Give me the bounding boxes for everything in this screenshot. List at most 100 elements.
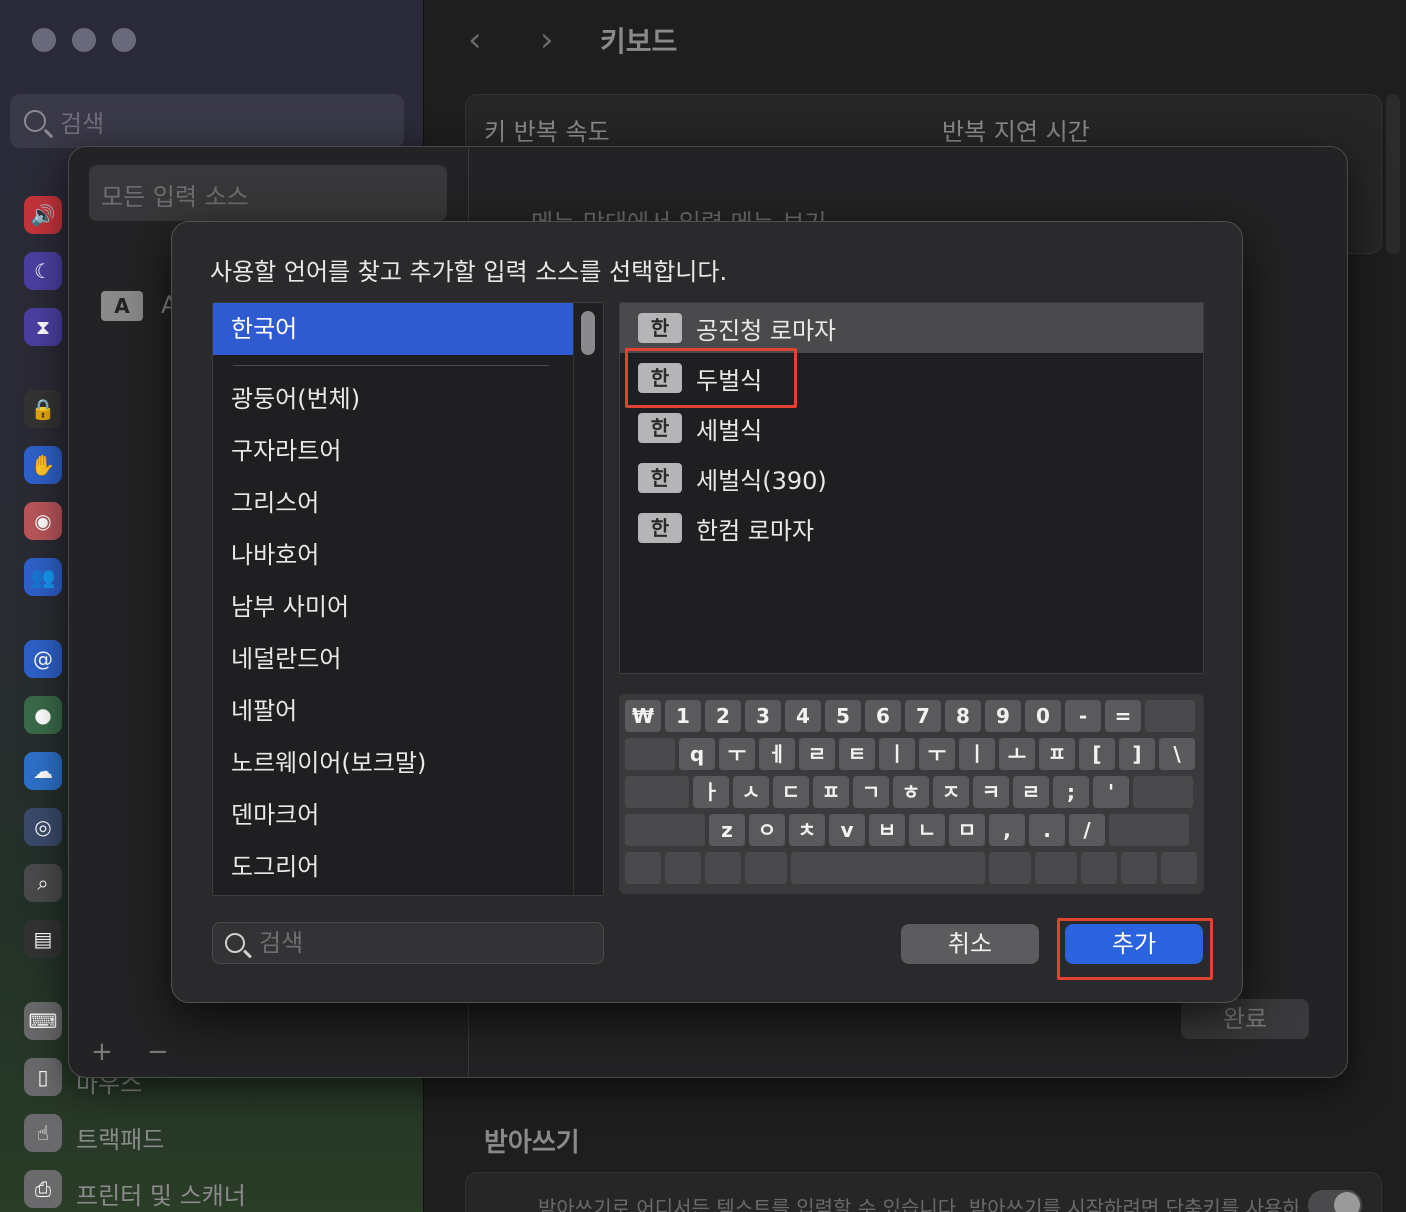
language-list[interactable]: 한국어 광둥어(번체) 구자라트어 그리스어 나바호어 남부 사미어 네덜란드어… [212, 302, 604, 896]
dictation-toggle[interactable] [1308, 1190, 1362, 1212]
keyboard-key: 6 [865, 700, 901, 732]
lock-screen-icon[interactable]: 🔒 [24, 390, 62, 428]
keyboard-key: z [709, 814, 745, 846]
keyboard-key: ㅊ [789, 814, 825, 846]
source-label: 세벌식(390) [696, 466, 827, 495]
keyboard-key: ㅇ [749, 814, 785, 846]
game-center-icon[interactable]: ● [24, 696, 62, 734]
language-search-input[interactable] [259, 929, 559, 957]
touch-id-icon[interactable]: ◉ [24, 502, 62, 540]
input-sources-filter[interactable]: 모든 입력 소스 [89, 165, 447, 221]
keyboard-key: v [829, 814, 865, 846]
keyboard-key: ] [1119, 738, 1155, 770]
keyboard-key: [ [1079, 738, 1115, 770]
back-chevron-icon[interactable]: ‹ [468, 20, 482, 60]
language-item[interactable]: 도그리어 [213, 841, 573, 893]
language-search-field[interactable] [212, 922, 604, 964]
keyboard-key: ㅜ [719, 738, 755, 770]
source-item[interactable]: 한 세벌식(390) [620, 453, 1203, 503]
source-item[interactable]: 한 한컴 로마자 [620, 503, 1203, 553]
keyboard-key: ㅎ [893, 776, 929, 808]
keyboard-key: . [1029, 814, 1065, 846]
siri-icon[interactable]: ◎ [24, 808, 62, 846]
keyboard-key: , [989, 814, 1025, 846]
screen-time-icon[interactable]: ⧗ [24, 308, 62, 346]
keyboard-key: 7 [905, 700, 941, 732]
language-item[interactable]: 구자라트어 [213, 425, 573, 477]
keyboard-key: ㄹ [1013, 776, 1049, 808]
keyboard-key: ㄷ [773, 776, 809, 808]
source-label: 한컴 로마자 [696, 516, 815, 545]
language-item[interactable]: 남부 사미어 [213, 581, 573, 633]
mouse-icon[interactable]: ▯ [24, 1058, 62, 1096]
language-item[interactable]: 광둥어(번체) [213, 373, 573, 425]
cancel-button[interactable]: 취소 [901, 924, 1039, 964]
modifier-key [705, 852, 741, 884]
language-item[interactable]: 노르웨이어(보크말) [213, 737, 573, 789]
language-separator [233, 365, 549, 366]
modifier-key [745, 852, 787, 884]
language-item[interactable]: 네팔어 [213, 685, 573, 737]
modifier-key [625, 814, 705, 846]
modifier-key [665, 852, 701, 884]
sidebar-item-printers[interactable]: 프린터 및 스캐너 [76, 1176, 246, 1211]
forward-chevron-icon[interactable]: › [540, 20, 554, 60]
keyboard-key: 5 [825, 700, 861, 732]
sidebar-search-field[interactable]: 검색 [10, 94, 404, 148]
language-item-selected[interactable]: 한국어 [213, 303, 573, 355]
keyboard-row-top: q ㅜㅔㄹㅌㅣㅜㅣㅗㅍ[] \ [625, 738, 1195, 770]
abc-source-badge: A [101, 291, 143, 321]
keyboard-key: ₩ [625, 700, 661, 732]
keyboard-row-numbers: ₩1 2 3 4 5 6 7 8 9 0- = [625, 700, 1195, 732]
sidebar-item-trackpad[interactable]: 트랙패드 [76, 1120, 164, 1155]
remove-source-button[interactable]: − [147, 1037, 169, 1067]
printer-icon[interactable]: ⎙ [24, 1170, 62, 1208]
dialog-instruction: 사용할 언어를 찾고 추가할 입력 소스를 선택합니다. [210, 258, 728, 286]
keyboard-row-modifiers [625, 852, 1197, 884]
add-source-button[interactable]: + [91, 1037, 113, 1067]
language-item[interactable]: 네덜란드어 [213, 633, 573, 685]
spotlight-icon[interactable]: ⌕ [24, 864, 62, 902]
done-button[interactable]: 완료 [1181, 999, 1309, 1039]
close-window-button[interactable] [32, 28, 56, 52]
sound-icon[interactable]: 🔊 [24, 196, 62, 234]
focus-icon[interactable]: ☾ [24, 252, 62, 290]
hangul-badge-icon: 한 [638, 413, 682, 443]
modifier-key [1161, 852, 1197, 884]
hangul-badge-icon: 한 [638, 463, 682, 493]
users-icon[interactable]: 👥 [24, 558, 62, 596]
zoom-window-button[interactable] [112, 28, 136, 52]
source-item[interactable]: 한 세벌식 [620, 403, 1203, 453]
keyboard-key: ㅅ [733, 776, 769, 808]
keyboard-key: ㅣ [959, 738, 995, 770]
page-title: 키보드 [600, 25, 678, 58]
trackpad-icon[interactable]: ☝ [24, 1114, 62, 1152]
wallet-icon[interactable]: ▤ [24, 920, 62, 958]
language-item[interactable]: 그리스어 [213, 477, 573, 529]
language-scroll-thumb[interactable] [581, 311, 595, 355]
keyboard-row-home: ㅏㅅㄷㅍㄱㅎㅈㅋㄹ; ' [625, 776, 1193, 808]
keyboard-key: ㄱ [853, 776, 889, 808]
language-item[interactable]: 나바호어 [213, 529, 573, 581]
minimize-window-button[interactable] [72, 28, 96, 52]
sidebar-search-placeholder: 검색 [60, 109, 105, 138]
keyboard-key: ㅍ [1039, 738, 1075, 770]
modifier-key [625, 738, 675, 770]
keyboard-key: ㅏ [693, 776, 729, 808]
icloud-icon[interactable]: ☁ [24, 752, 62, 790]
keyboard-icon[interactable]: ⌨ [24, 1002, 62, 1040]
keyboard-key: 9 [985, 700, 1021, 732]
keyboard-key: = [1105, 700, 1141, 732]
keyboard-key: ㅁ [949, 814, 985, 846]
keyboard-key: ㅣ [879, 738, 915, 770]
privacy-icon[interactable]: ✋ [24, 446, 62, 484]
source-item-selected[interactable]: 한 공진청 로마자 [620, 303, 1203, 353]
main-scrollbar[interactable] [1386, 94, 1400, 254]
modifier-key [1121, 852, 1157, 884]
internet-accounts-icon[interactable]: @ [24, 640, 62, 678]
source-label: 공진청 로마자 [696, 316, 837, 345]
modifier-key [791, 852, 985, 884]
language-item[interactable]: 덴마크어 [213, 789, 573, 841]
language-scrollbar[interactable] [573, 303, 603, 895]
keyboard-key: ㅈ [933, 776, 969, 808]
